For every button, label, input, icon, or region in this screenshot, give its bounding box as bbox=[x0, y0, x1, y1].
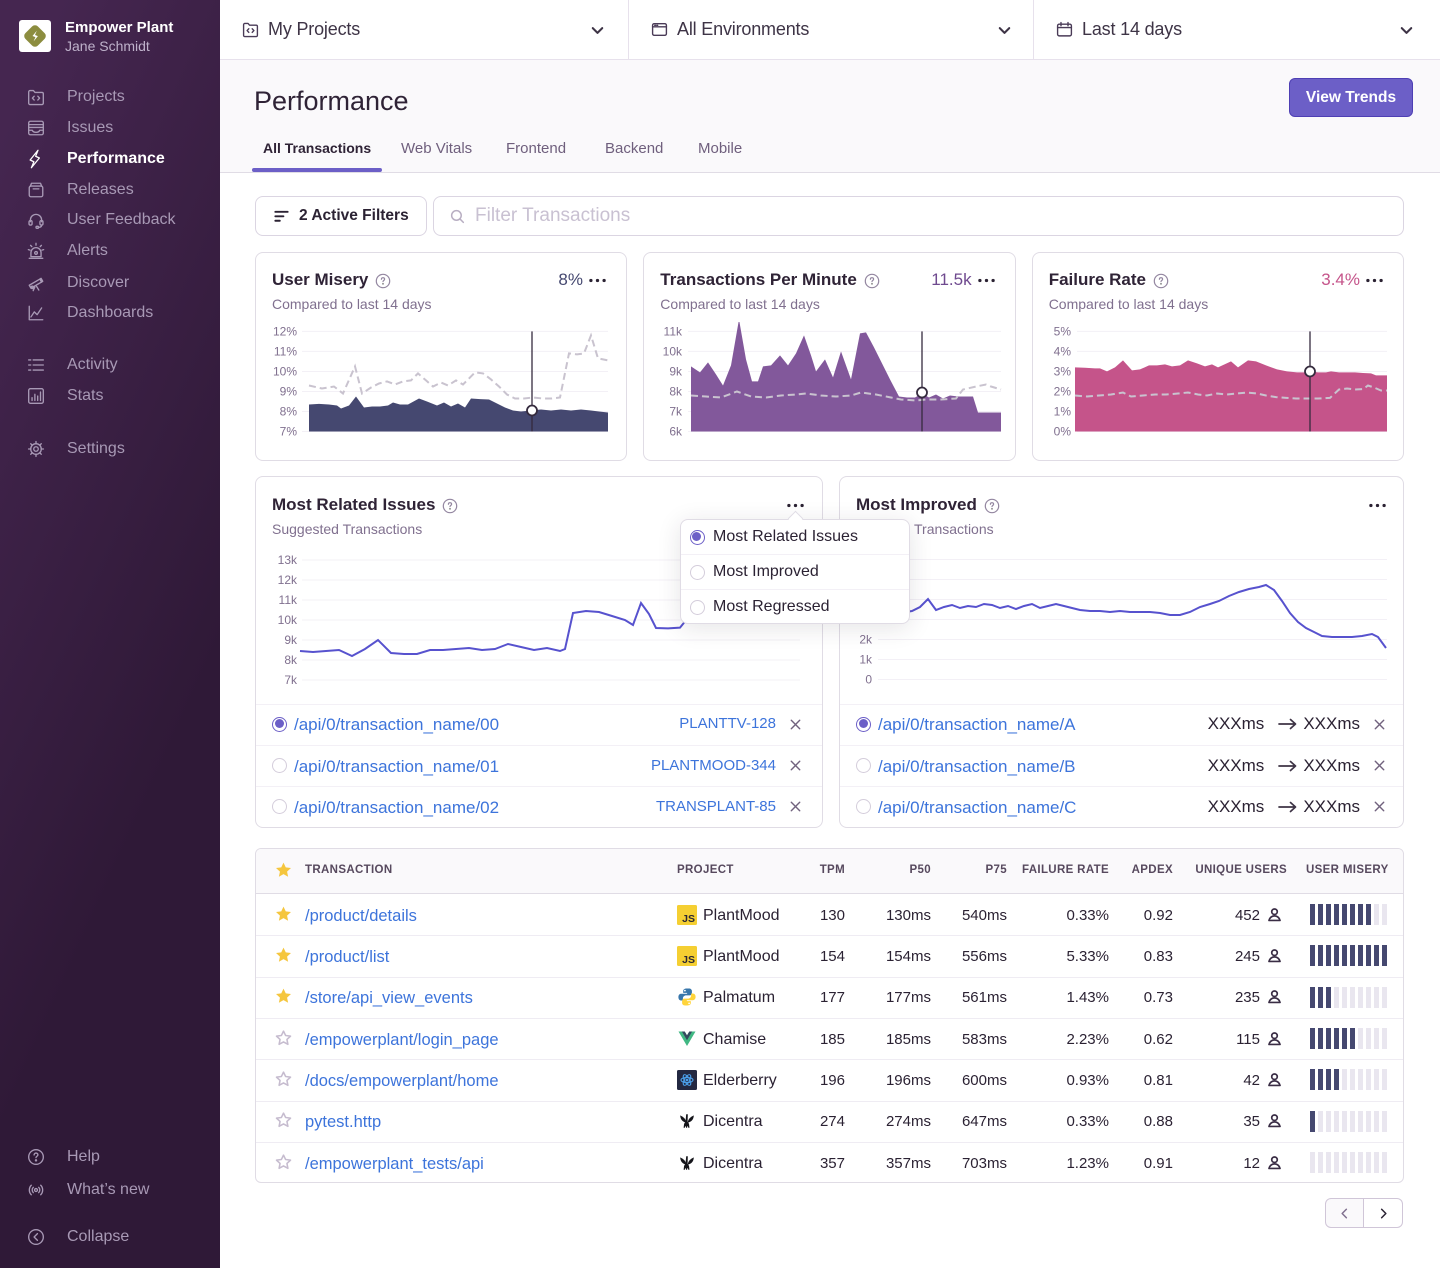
svg-text:7k: 7k bbox=[669, 405, 683, 419]
svg-text:1k: 1k bbox=[859, 653, 873, 667]
svg-text:2%: 2% bbox=[1054, 385, 1072, 399]
svg-text:11k: 11k bbox=[279, 593, 298, 607]
svg-text:2k: 2k bbox=[859, 633, 873, 647]
svg-text:11%: 11% bbox=[274, 344, 297, 358]
svg-text:8k: 8k bbox=[669, 385, 683, 399]
svg-text:10%: 10% bbox=[273, 365, 297, 379]
svg-text:6k: 6k bbox=[669, 425, 683, 439]
svg-text:9k: 9k bbox=[284, 633, 298, 647]
svg-text:0%: 0% bbox=[1054, 425, 1072, 439]
svg-text:9k: 9k bbox=[669, 365, 683, 379]
svg-text:5%: 5% bbox=[1054, 324, 1072, 338]
svg-text:JS: JS bbox=[682, 913, 695, 925]
svg-text:0: 0 bbox=[865, 673, 872, 687]
svg-text:1%: 1% bbox=[1054, 405, 1072, 419]
svg-text:JS: JS bbox=[682, 954, 695, 966]
svg-text:7k: 7k bbox=[284, 673, 298, 687]
svg-text:12k: 12k bbox=[278, 573, 298, 587]
svg-text:11k: 11k bbox=[664, 324, 683, 338]
svg-text:7%: 7% bbox=[280, 425, 298, 439]
svg-text:12%: 12% bbox=[273, 324, 297, 338]
svg-text:8%: 8% bbox=[280, 405, 298, 419]
svg-text:10k: 10k bbox=[278, 613, 298, 627]
svg-text:9%: 9% bbox=[280, 385, 298, 399]
svg-text:4%: 4% bbox=[1054, 344, 1072, 358]
svg-text:8k: 8k bbox=[284, 653, 298, 667]
svg-text:3%: 3% bbox=[1054, 365, 1072, 379]
svg-text:10k: 10k bbox=[663, 344, 683, 358]
svg-text:13k: 13k bbox=[278, 553, 298, 567]
